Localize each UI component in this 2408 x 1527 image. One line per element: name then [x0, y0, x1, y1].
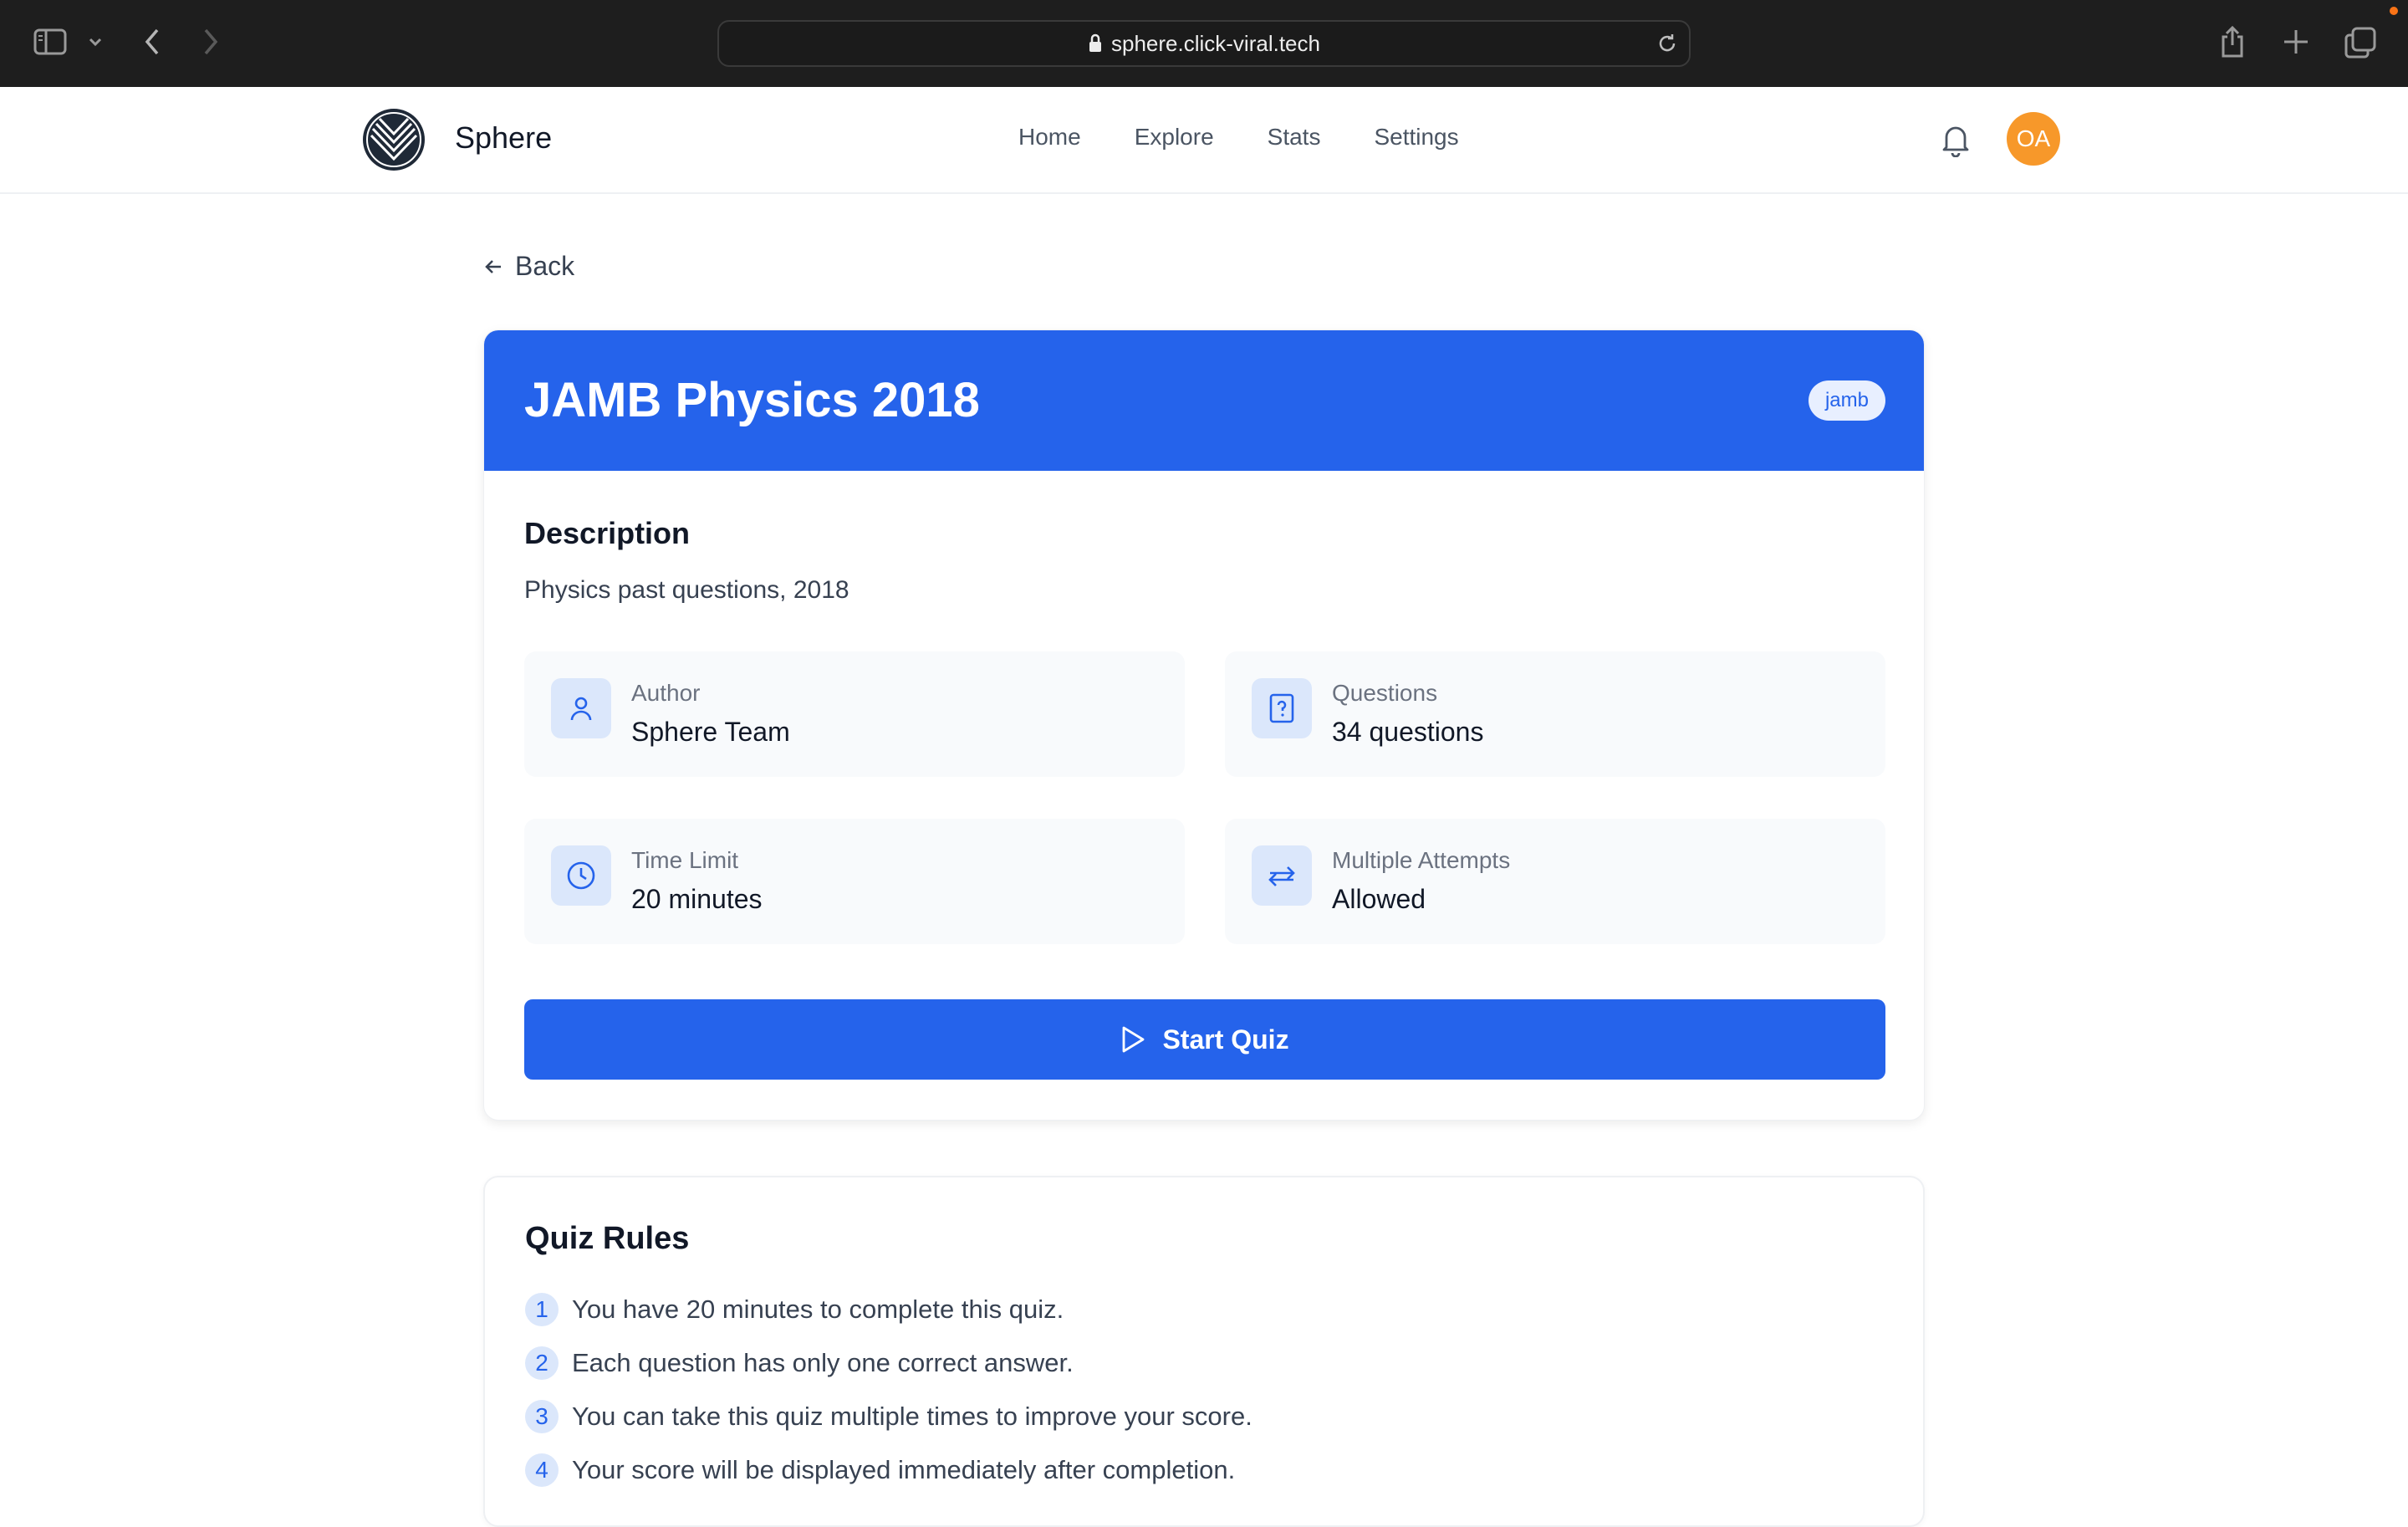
nav-settings[interactable]: Settings	[1374, 124, 1458, 151]
bell-icon[interactable]	[1940, 122, 1972, 161]
info-label: Time Limit	[631, 847, 739, 873]
start-quiz-button[interactable]: Start Quiz	[524, 999, 1885, 1080]
info-time-limit: Time Limit 20 minutes	[524, 819, 1185, 944]
repeat-icon	[1252, 845, 1312, 906]
info-questions: Questions 34 questions	[1225, 651, 1885, 777]
rule-item: 4 Your score will be displayed immediate…	[525, 1453, 1235, 1487]
quiz-card: JAMB Physics 2018 jamb Description Physi…	[483, 329, 1925, 1121]
share-icon[interactable]	[2219, 25, 2246, 59]
arrow-left-icon	[485, 259, 501, 273]
reload-icon[interactable]	[1656, 32, 1679, 55]
rule-number: 3	[525, 1400, 559, 1433]
notification-dot	[2390, 7, 2398, 15]
info-label: Author	[631, 680, 701, 706]
tab-overview-icon[interactable]	[2344, 27, 2376, 59]
back-label: Back	[515, 251, 575, 281]
rule-number: 1	[525, 1293, 559, 1326]
sphere-logo-icon[interactable]	[361, 107, 426, 172]
new-tab-icon[interactable]	[2283, 28, 2309, 55]
rule-text: Each question has only one correct answe…	[572, 1348, 1074, 1377]
nav-explore[interactable]: Explore	[1135, 124, 1214, 151]
main-nav: Home Explore Stats Settings	[1018, 124, 1513, 151]
rules-heading: Quiz Rules	[525, 1221, 690, 1256]
rule-item: 1 You have 20 minutes to complete this q…	[525, 1293, 1064, 1326]
rule-text: Your score will be displayed immediately…	[572, 1455, 1236, 1484]
info-label: Multiple Attempts	[1332, 847, 1511, 873]
info-label: Questions	[1332, 680, 1438, 706]
user-icon	[551, 678, 611, 738]
rule-item: 3 You can take this quiz multiple times …	[525, 1400, 1252, 1433]
info-value: Allowed	[1332, 884, 1426, 914]
quiz-title: JAMB Physics 2018	[524, 373, 980, 427]
lock-icon	[1088, 33, 1103, 54]
back-arrow-icon[interactable]	[142, 27, 162, 57]
play-icon	[1123, 1026, 1145, 1053]
description-heading: Description	[524, 516, 691, 550]
quiz-card-header: JAMB Physics 2018 jamb	[484, 330, 1924, 471]
info-author: Author Sphere Team	[524, 651, 1185, 777]
description-text: Physics past questions, 2018	[524, 576, 849, 604]
forward-arrow-icon[interactable]	[201, 27, 221, 57]
info-attempts: Multiple Attempts Allowed	[1225, 819, 1885, 944]
browser-toolbar: sphere.click-viral.tech	[0, 0, 2408, 87]
chevron-down-icon[interactable]	[87, 33, 104, 50]
url-text: sphere.click-viral.tech	[1111, 30, 1320, 56]
category-tag: jamb	[1808, 380, 1885, 421]
app-header: Sphere Home Explore Stats Settings OA	[0, 87, 2408, 194]
clock-icon	[551, 845, 611, 906]
question-file-icon	[1252, 678, 1312, 738]
quiz-rules-card: Quiz Rules 1 You have 20 minutes to comp…	[483, 1176, 1925, 1527]
rule-text: You can take this quiz multiple times to…	[572, 1402, 1252, 1431]
back-link[interactable]: Back	[483, 251, 574, 282]
rule-item: 2 Each question has only one correct ans…	[525, 1346, 1074, 1380]
sidebar-toggle-icon[interactable]	[33, 28, 67, 55]
info-value: 34 questions	[1332, 717, 1484, 747]
start-quiz-label: Start Quiz	[1162, 1024, 1289, 1055]
info-value: Sphere Team	[631, 717, 790, 747]
address-bar[interactable]: sphere.click-viral.tech	[717, 20, 1691, 67]
brand-name[interactable]: Sphere	[455, 120, 552, 156]
avatar[interactable]: OA	[2007, 112, 2060, 166]
rule-number: 4	[525, 1453, 559, 1487]
rule-text: You have 20 minutes to complete this qui…	[572, 1295, 1064, 1324]
nav-stats[interactable]: Stats	[1268, 124, 1321, 151]
nav-home[interactable]: Home	[1018, 124, 1081, 151]
info-value: 20 minutes	[631, 884, 763, 914]
rule-number: 2	[525, 1346, 559, 1380]
